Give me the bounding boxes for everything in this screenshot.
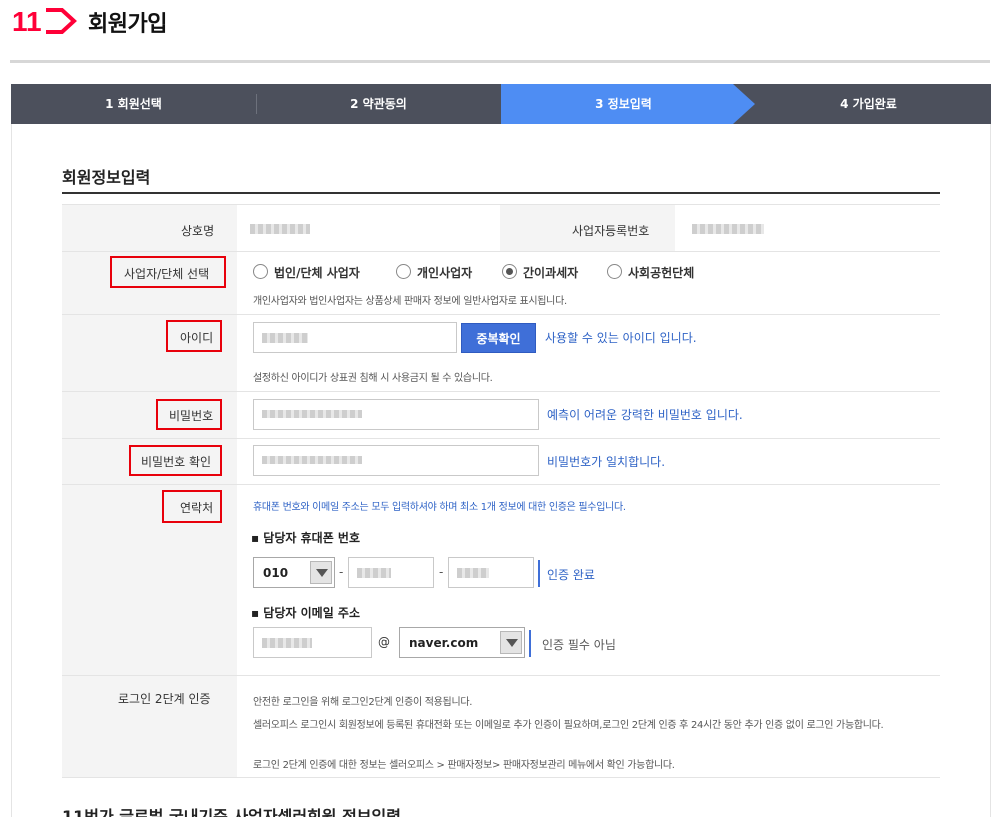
phone-middle-input[interactable] <box>348 557 434 588</box>
two-factor-row: 로그인 2단계 인증 안전한 로그인을 위해 로그인2단계 인증이 적용됩니다.… <box>62 676 940 778</box>
password-confirm-message: 비밀번호가 일치합니다. <box>547 455 666 469</box>
company-name-value <box>250 224 310 234</box>
chevron-down-icon[interactable] <box>500 631 522 654</box>
page-header: 11 회원가입 <box>10 0 990 63</box>
user-id-input[interactable] <box>253 322 457 353</box>
password-masked-value <box>262 410 362 418</box>
logo-text: 11 <box>12 6 42 36</box>
11st-logo: 11 <box>12 6 77 36</box>
chevron-down-icon[interactable] <box>310 561 332 584</box>
id-duplicate-check-button[interactable]: 중복확인 <box>461 323 536 353</box>
email-id-input[interactable] <box>253 627 372 658</box>
phone-last-value <box>457 568 489 578</box>
header-divider <box>10 60 990 63</box>
step-2: 2 약관동의 <box>350 97 407 111</box>
password-input[interactable] <box>253 399 539 430</box>
biz-type-row: 사업자/단체 선택 법인/단체 사업자 개인사업자 간이과세자 사회공헌단체 개… <box>62 252 940 315</box>
two-factor-line-3: 로그인 2단계 인증에 대한 정보는 셀러오피스 > 판매자정보> 판매자정보관… <box>253 760 675 771</box>
radio-simple-tax[interactable] <box>502 264 517 279</box>
email-status-divider <box>529 630 531 657</box>
password-label: 비밀번호 <box>169 409 214 423</box>
section-title: 회원정보입력 <box>62 168 151 187</box>
password-confirm-label: 비밀번호 확인 <box>141 455 212 469</box>
radio-label-simple-tax[interactable]: 간이과세자 <box>523 264 578 281</box>
email-section-title: ▪ 담당자 이메일 주소 <box>251 606 360 620</box>
biz-type-hint: 개인사업자와 법인사업자는 상품상세 판매자 정보에 일반사업자로 표시됩니다. <box>253 296 567 307</box>
regno-label: 사업자등록번호 <box>572 224 650 238</box>
phone-section-title: ▪ 담당자 휴대폰 번호 <box>251 531 360 545</box>
radio-social[interactable] <box>607 264 622 279</box>
password-row: 비밀번호 예측이 어려운 강력한 비밀번호 입니다. <box>62 392 940 439</box>
radio-selected-dot <box>506 268 513 275</box>
radio-label-social[interactable]: 사회공헌단체 <box>628 264 694 281</box>
email-domain-select[interactable]: naver.com <box>399 627 525 658</box>
two-factor-line-2: 셀러오피스 로그인시 회원정보에 등록된 휴대전화 또는 이메일로 추가 인증이… <box>253 720 884 731</box>
page-title: 회원가입 <box>88 12 167 37</box>
company-name-label: 상호명 <box>181 224 215 238</box>
phone-prefix-select[interactable]: 010 <box>253 557 335 588</box>
biz-type-label: 사업자/단체 선택 <box>124 267 210 281</box>
user-id-label: 아이디 <box>180 331 214 345</box>
phone-middle-value <box>357 568 391 578</box>
section-divider <box>62 192 940 194</box>
contact-notice: 휴대폰 번호와 이메일 주소는 모두 입력하셔야 하며 최소 1개 정보에 대한… <box>253 502 626 513</box>
user-id-hint: 설정하신 아이디가 상표권 침해 시 사용금지 될 수 있습니다. <box>253 373 493 384</box>
user-id-message: 사용할 수 있는 아이디 입니다. <box>545 331 697 345</box>
contact-label: 연락처 <box>180 501 214 515</box>
radio-label-individual[interactable]: 개인사업자 <box>417 264 472 281</box>
regno-value <box>692 224 764 234</box>
phone-status: 인증 완료 <box>547 568 595 582</box>
phone-status-divider <box>538 560 540 587</box>
email-domain-value: naver.com <box>409 636 479 650</box>
step-4: 4 가입완료 <box>840 97 897 111</box>
email-id-value <box>262 638 312 648</box>
phone-dash: - <box>339 565 344 579</box>
password-confirm-input[interactable] <box>253 445 539 476</box>
radio-label-corporate[interactable]: 법인/단체 사업자 <box>274 264 360 281</box>
phone-dash: - <box>439 565 444 579</box>
password-message: 예측이 어려운 강력한 비밀번호 입니다. <box>547 408 743 422</box>
password-confirm-row: 비밀번호 확인 비밀번호가 일치합니다. <box>62 439 940 485</box>
radio-individual[interactable] <box>396 264 411 279</box>
email-status: 인증 필수 아님 <box>542 638 616 652</box>
contact-row: 연락처 휴대폰 번호와 이메일 주소는 모두 입력하셔야 하며 최소 1개 정보… <box>62 485 940 676</box>
radio-corporate[interactable] <box>253 264 268 279</box>
signup-steps: 1 회원선택 2 약관동의 3 정보입력 4 가입완료 <box>11 84 991 124</box>
user-id-value <box>262 333 308 343</box>
two-factor-line-1: 안전한 로그인을 위해 로그인2단계 인증이 적용됩니다. <box>253 697 473 708</box>
step-1: 1 회원선택 <box>105 97 162 111</box>
step-3: 3 정보입력 <box>595 97 652 111</box>
password-confirm-masked-value <box>262 456 362 464</box>
user-id-row: 아이디 중복확인 사용할 수 있는 아이디 입니다. 설정하신 아이디가 상표권… <box>62 315 940 392</box>
next-section-title: 11번가 글로벌 국내기준 사업자셀러회원 정보입력 <box>62 807 401 817</box>
email-at-sign: @ <box>378 635 390 649</box>
company-row: 상호명 사업자등록번호 <box>62 204 940 252</box>
phone-last-input[interactable] <box>448 557 534 588</box>
two-factor-label: 로그인 2단계 인증 <box>118 692 211 706</box>
phone-prefix-value: 010 <box>263 566 289 580</box>
